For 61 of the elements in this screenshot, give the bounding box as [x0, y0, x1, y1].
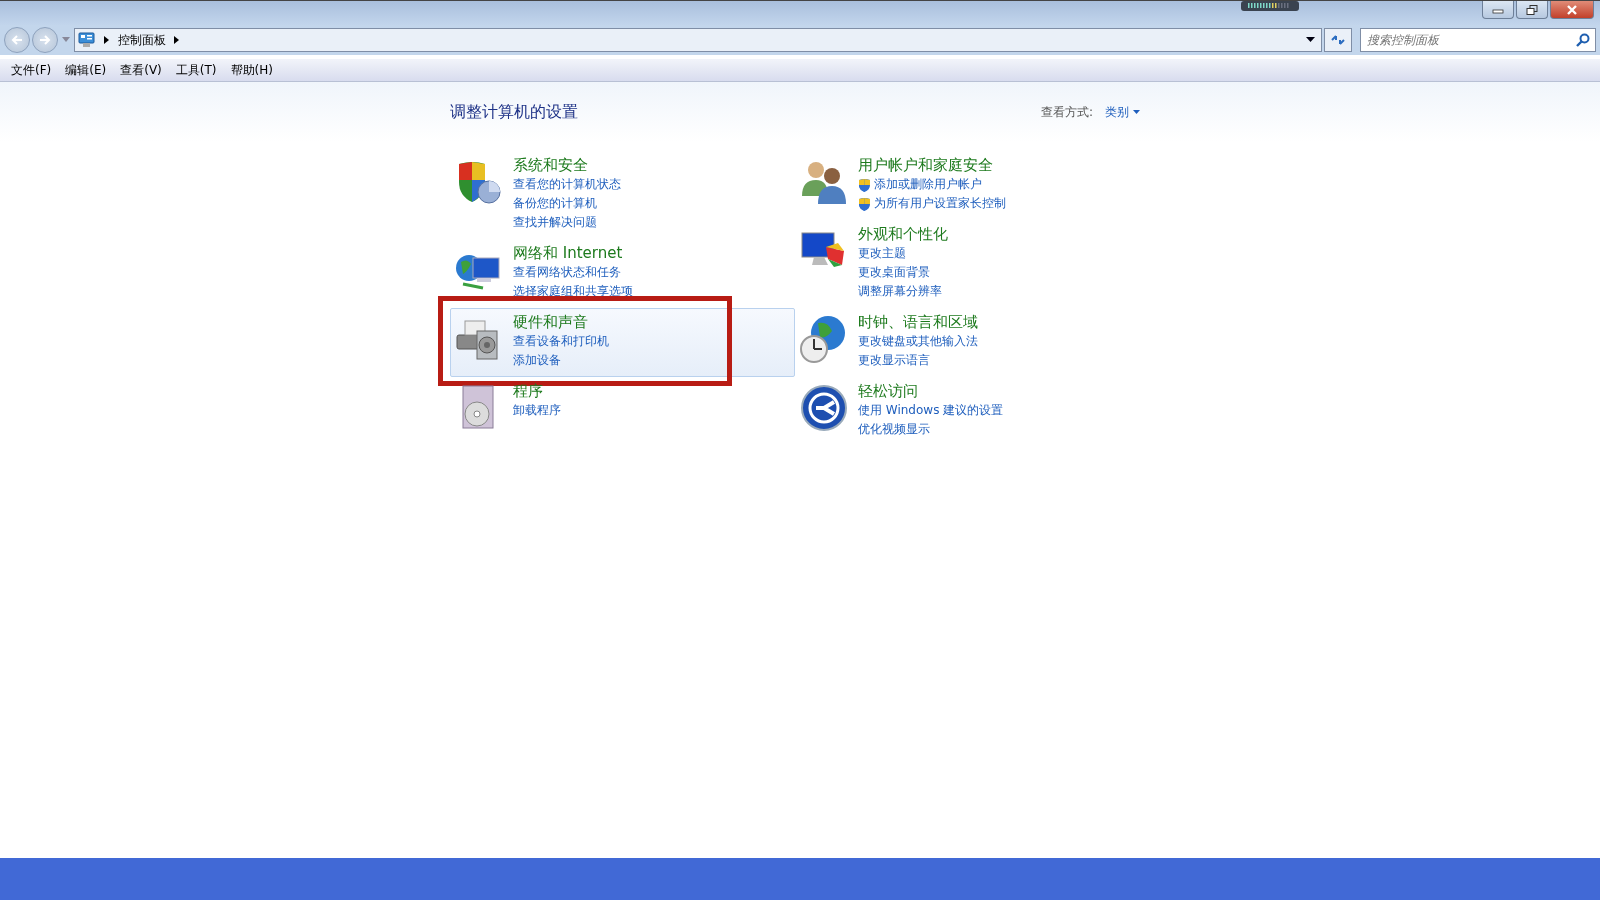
- category-link[interactable]: 查看网络状态和任务: [513, 263, 621, 282]
- category-item[interactable]: 硬件和声音 查看设备和打印机 添加设备: [450, 308, 795, 377]
- page-heading: 调整计算机的设置: [450, 102, 578, 123]
- category-item[interactable]: 外观和个性化 更改主题 更改桌面背景 调整屏幕分辨率: [795, 220, 1140, 308]
- category-link[interactable]: 选择家庭组和共享选项: [513, 282, 633, 301]
- category-link[interactable]: 查看您的计算机状态: [513, 175, 621, 194]
- category-title[interactable]: 时钟、语言和区域: [858, 313, 978, 332]
- category-title[interactable]: 外观和个性化: [858, 225, 948, 244]
- menu-item[interactable]: 工具(T): [168, 61, 224, 79]
- close-button[interactable]: [1550, 1, 1594, 19]
- category-title[interactable]: 轻松访问: [858, 382, 918, 401]
- category-link[interactable]: 更改桌面背景: [858, 263, 930, 282]
- category-title[interactable]: 网络和 Internet: [513, 244, 623, 263]
- category-item[interactable]: 系统和安全 查看您的计算机状态 备份您的计算机 查找并解决问题: [450, 151, 795, 239]
- refresh-icon: [1330, 33, 1346, 47]
- category-title[interactable]: 硬件和声音: [513, 313, 588, 332]
- category-link[interactable]: 更改显示语言: [858, 351, 930, 370]
- menu-item[interactable]: 编辑(E): [58, 61, 114, 79]
- close-icon: [1566, 4, 1578, 15]
- category-link[interactable]: 为所有用户设置家长控制: [874, 194, 1006, 213]
- category-link[interactable]: 更改主题: [858, 244, 906, 263]
- category-item[interactable]: 轻松访问 使用 Windows 建议的设置 优化视频显示: [795, 377, 1140, 446]
- category-link[interactable]: 添加设备: [513, 351, 561, 370]
- refresh-button[interactable]: [1324, 28, 1352, 52]
- category-title[interactable]: 用户帐户和家庭安全: [858, 156, 993, 175]
- forward-button[interactable]: [32, 27, 58, 53]
- category-link[interactable]: 备份您的计算机: [513, 194, 597, 213]
- category-item[interactable]: 用户帐户和家庭安全 添加或删除用户帐户 为所有用户设置家长控制: [795, 151, 1140, 220]
- chevron-icon[interactable]: [174, 36, 180, 44]
- category-item[interactable]: 程序 卸载程序: [450, 377, 795, 441]
- menu-item[interactable]: 帮助(H): [223, 61, 280, 79]
- category-link[interactable]: 更改键盘或其他输入法: [858, 332, 978, 351]
- category-link[interactable]: 查看设备和打印机: [513, 332, 609, 351]
- restore-icon: [1526, 4, 1538, 15]
- category-link[interactable]: 查找并解决问题: [513, 213, 597, 232]
- control-panel-icon: [78, 32, 96, 48]
- category-link[interactable]: 优化视频显示: [858, 420, 930, 439]
- category-link[interactable]: 调整屏幕分辨率: [858, 282, 942, 301]
- menu-item[interactable]: 查看(V): [113, 61, 169, 79]
- category-item[interactable]: 时钟、语言和区域 更改键盘或其他输入法 更改显示语言: [795, 308, 1140, 377]
- menu-item[interactable]: 文件(F): [4, 61, 59, 79]
- restore-button[interactable]: [1516, 1, 1548, 19]
- back-button[interactable]: [4, 27, 30, 53]
- category-item[interactable]: 网络和 Internet 查看网络状态和任务 选择家庭组和共享选项: [450, 239, 795, 308]
- breadcrumb-item[interactable]: 控制面板: [118, 31, 166, 49]
- search-field[interactable]: 搜索控制面板: [1360, 28, 1596, 52]
- address-bar[interactable]: 控制面板: [74, 28, 1322, 52]
- chevron-icon[interactable]: [104, 36, 110, 44]
- forward-arrow-icon: [38, 34, 52, 46]
- category-link[interactable]: 添加或删除用户帐户: [874, 175, 982, 194]
- back-arrow-icon: [10, 34, 24, 46]
- view-by-dropdown[interactable]: 类别: [1105, 104, 1140, 121]
- dropdown-arrow-icon[interactable]: [1306, 37, 1315, 43]
- category-title[interactable]: 程序: [513, 382, 543, 401]
- view-by-label: 查看方式:: [1040, 104, 1093, 121]
- accessibility-icon: [798, 382, 850, 434]
- caret-icon: [1133, 110, 1140, 115]
- category-link[interactable]: 卸载程序: [513, 401, 561, 420]
- category-link[interactable]: 使用 Windows 建议的设置: [858, 401, 1004, 420]
- search-icon[interactable]: [1576, 33, 1590, 47]
- category-title[interactable]: 系统和安全: [513, 156, 588, 175]
